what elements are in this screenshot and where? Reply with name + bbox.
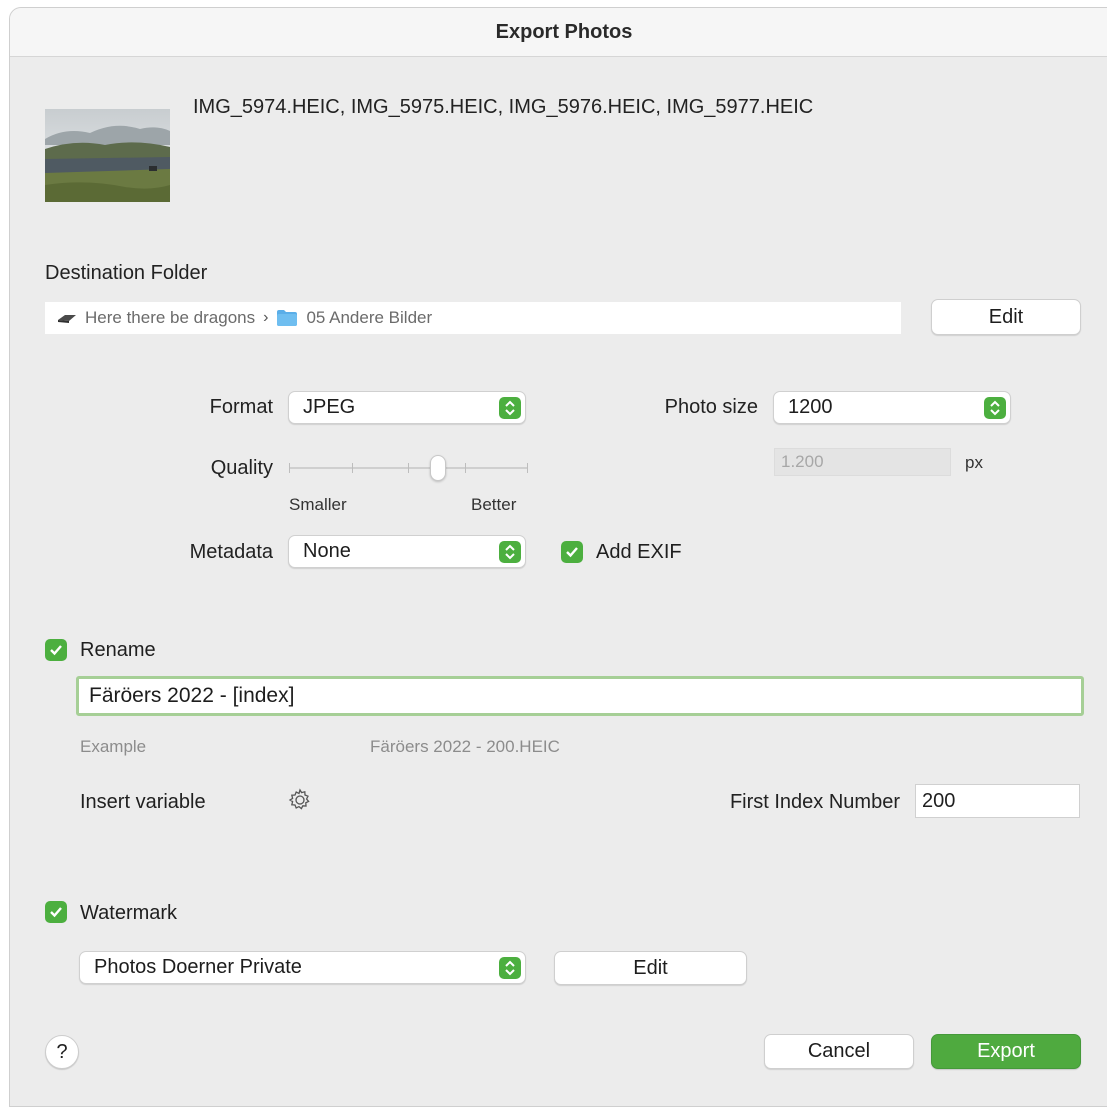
format-popup[interactable]: JPEG: [288, 391, 526, 424]
path-folder[interactable]: 05 Andere Bilder: [306, 308, 432, 328]
updown-chevron-icon: [499, 396, 521, 419]
photo-thumbnail: [45, 109, 170, 202]
checkmark-icon: [566, 547, 578, 558]
example-label: Example: [80, 737, 147, 756]
insert-variable-label: Insert variable: [80, 791, 206, 813]
photo-size-label: Photo size: [664, 396, 758, 418]
metadata-label: Metadata: [189, 541, 273, 563]
file-names: IMG_5974.HEIC, IMG_5975.HEIC, IMG_5976.H…: [193, 96, 814, 118]
first-index-label: First Index Number: [729, 791, 900, 813]
dialog-title: Export Photos: [10, 8, 1107, 57]
slider-tick: [527, 463, 528, 473]
pixel-unit: px: [965, 453, 983, 472]
watermark-preset-popup[interactable]: Photos Doerner Private: [79, 951, 526, 984]
pixel-size-field[interactable]: 1.200: [774, 448, 951, 476]
slider-tick: [289, 463, 290, 473]
format-value: JPEG: [303, 396, 356, 418]
photo-size-popup[interactable]: 1200: [773, 391, 1011, 424]
rename-label: Rename: [80, 639, 156, 661]
export-dialog: Export Photos IMG_5974.HEIC, IMG_5975.HE…: [9, 7, 1107, 1107]
slider-tick: [465, 463, 466, 473]
format-label: Format: [209, 396, 273, 418]
slider-tick: [352, 463, 353, 473]
metadata-popup[interactable]: None: [288, 535, 526, 568]
first-index-input[interactable]: 200: [915, 784, 1080, 818]
help-button[interactable]: ?: [45, 1035, 79, 1069]
quality-min-label: Smaller: [289, 495, 347, 514]
quality-slider[interactable]: [289, 454, 529, 484]
updown-chevron-icon: [499, 956, 521, 979]
quality-max-label: Better: [471, 495, 517, 514]
slider-knob[interactable]: [430, 455, 446, 481]
checkmark-icon: [50, 645, 62, 656]
add-exif-label: Add EXIF: [596, 541, 682, 563]
path-volume[interactable]: Here there be dragons: [85, 308, 255, 328]
watermark-edit-button[interactable]: Edit: [554, 951, 747, 985]
watermark-label: Watermark: [80, 902, 178, 924]
example-value: Färöers 2022 - 200.HEIC: [370, 737, 560, 756]
photo-size-value: 1200: [788, 396, 833, 418]
destination-folder-label: Destination Folder: [45, 262, 208, 284]
rename-checkbox[interactable]: [45, 639, 67, 661]
quality-label: Quality: [210, 457, 273, 479]
destination-path[interactable]: Here there be dragons › 05 Andere Bilder: [45, 302, 901, 334]
cancel-button[interactable]: Cancel: [764, 1034, 914, 1069]
checkmark-icon: [50, 907, 62, 918]
gear-icon[interactable]: [287, 787, 313, 818]
chevron-right-icon: ›: [263, 309, 269, 326]
watermark-preset-value: Photos Doerner Private: [94, 956, 302, 978]
rename-pattern-input[interactable]: Färöers 2022 - [index]: [76, 676, 1084, 716]
updown-chevron-icon: [984, 396, 1006, 419]
metadata-value: None: [303, 540, 351, 562]
folder-icon: [276, 309, 298, 327]
watermark-checkbox[interactable]: [45, 901, 67, 923]
updown-chevron-icon: [499, 540, 521, 563]
add-exif-checkbox[interactable]: [561, 541, 583, 563]
slider-tick: [408, 463, 409, 473]
export-button[interactable]: Export: [931, 1034, 1081, 1069]
drive-icon: [57, 312, 77, 324]
destination-edit-button[interactable]: Edit: [931, 299, 1081, 335]
